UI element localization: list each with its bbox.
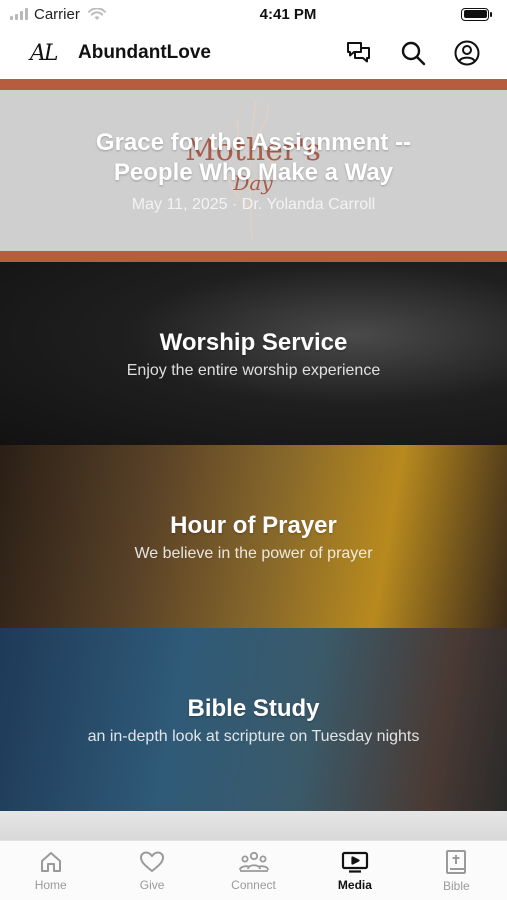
card-title: Hour of Prayer	[170, 511, 337, 539]
featured-sermon-card[interactable]: Mother's Day Grace for the Assignment --…	[0, 79, 507, 262]
account-icon[interactable]	[447, 33, 487, 73]
card-title: Bible Study	[187, 694, 320, 722]
carrier-label: Carrier	[34, 5, 80, 23]
card-subtitle: Enjoy the entire worship experience	[126, 361, 381, 379]
tab-home[interactable]: Home	[0, 841, 101, 900]
tab-connect[interactable]: Connect	[203, 841, 304, 900]
wifi-icon	[87, 7, 106, 20]
next-card-partial[interactable]	[0, 811, 507, 840]
home-icon	[40, 851, 61, 872]
tab-label: Bible	[442, 878, 470, 893]
app-logo[interactable]: AL	[30, 41, 66, 66]
app-title: AbundantLove	[78, 42, 211, 63]
tab-label: Media	[337, 877, 372, 892]
battery-icon	[461, 7, 492, 21]
status-time: 4:41 PM	[259, 5, 317, 23]
signal-icon	[10, 8, 28, 20]
heart-icon	[140, 851, 165, 872]
hour-of-prayer-card[interactable]: Hour of Prayer We believe in the power o…	[0, 445, 507, 628]
tab-media[interactable]: Media	[304, 841, 405, 900]
tab-label: Give	[139, 877, 165, 892]
featured-sermon-title: Grace for the Assignment -- People Who M…	[95, 128, 412, 186]
bible-study-card[interactable]: Bible Study an in-depth look at scriptur…	[0, 628, 507, 811]
tv-play-icon	[341, 851, 369, 873]
tab-label: Connect	[231, 877, 276, 892]
status-bar: Carrier 4:41 PM	[0, 0, 507, 28]
search-icon[interactable]	[393, 33, 433, 73]
media-feed[interactable]: Mother's Day Grace for the Assignment --…	[0, 79, 507, 840]
worship-service-card[interactable]: Worship Service Enjoy the entire worship…	[0, 262, 507, 445]
chat-icon[interactable]	[339, 33, 379, 73]
featured-sermon-meta: May 11, 2025 · Dr. Yolanda Carroll	[131, 195, 376, 213]
card-subtitle: We believe in the power of prayer	[134, 544, 373, 562]
tab-give[interactable]: Give	[101, 841, 202, 900]
card-subtitle: an in-depth look at scripture on Tuesday…	[87, 727, 420, 745]
bible-icon	[446, 849, 467, 874]
tab-bible[interactable]: Bible	[406, 841, 507, 900]
card-title: Worship Service	[159, 328, 348, 356]
tab-bar: Home Give Connect Media Bible	[0, 840, 507, 900]
people-icon	[238, 851, 269, 872]
app-header: AL AbundantLove	[0, 28, 507, 78]
tab-label: Home	[34, 877, 67, 892]
